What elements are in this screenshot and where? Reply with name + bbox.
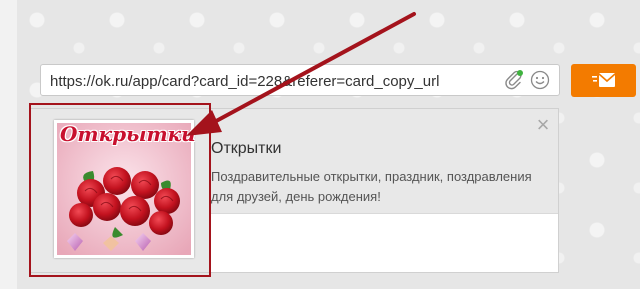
paperclip-icon[interactable]: [504, 70, 524, 90]
left-panel-edge: [0, 0, 17, 289]
close-preview-icon[interactable]: ×: [533, 114, 553, 136]
highlight-box: [29, 103, 211, 277]
preview-title[interactable]: Открытки: [211, 140, 541, 158]
preview-footer: [211, 213, 558, 272]
preview-description: Поздравительные открытки, праздник, позд…: [211, 169, 532, 204]
message-input[interactable]: [48, 65, 502, 97]
smile-icon[interactable]: [530, 70, 550, 90]
envelope-send-icon: [592, 73, 616, 87]
send-button[interactable]: [571, 64, 636, 97]
online-dot-icon: [517, 70, 523, 76]
message-composer[interactable]: [40, 64, 560, 97]
